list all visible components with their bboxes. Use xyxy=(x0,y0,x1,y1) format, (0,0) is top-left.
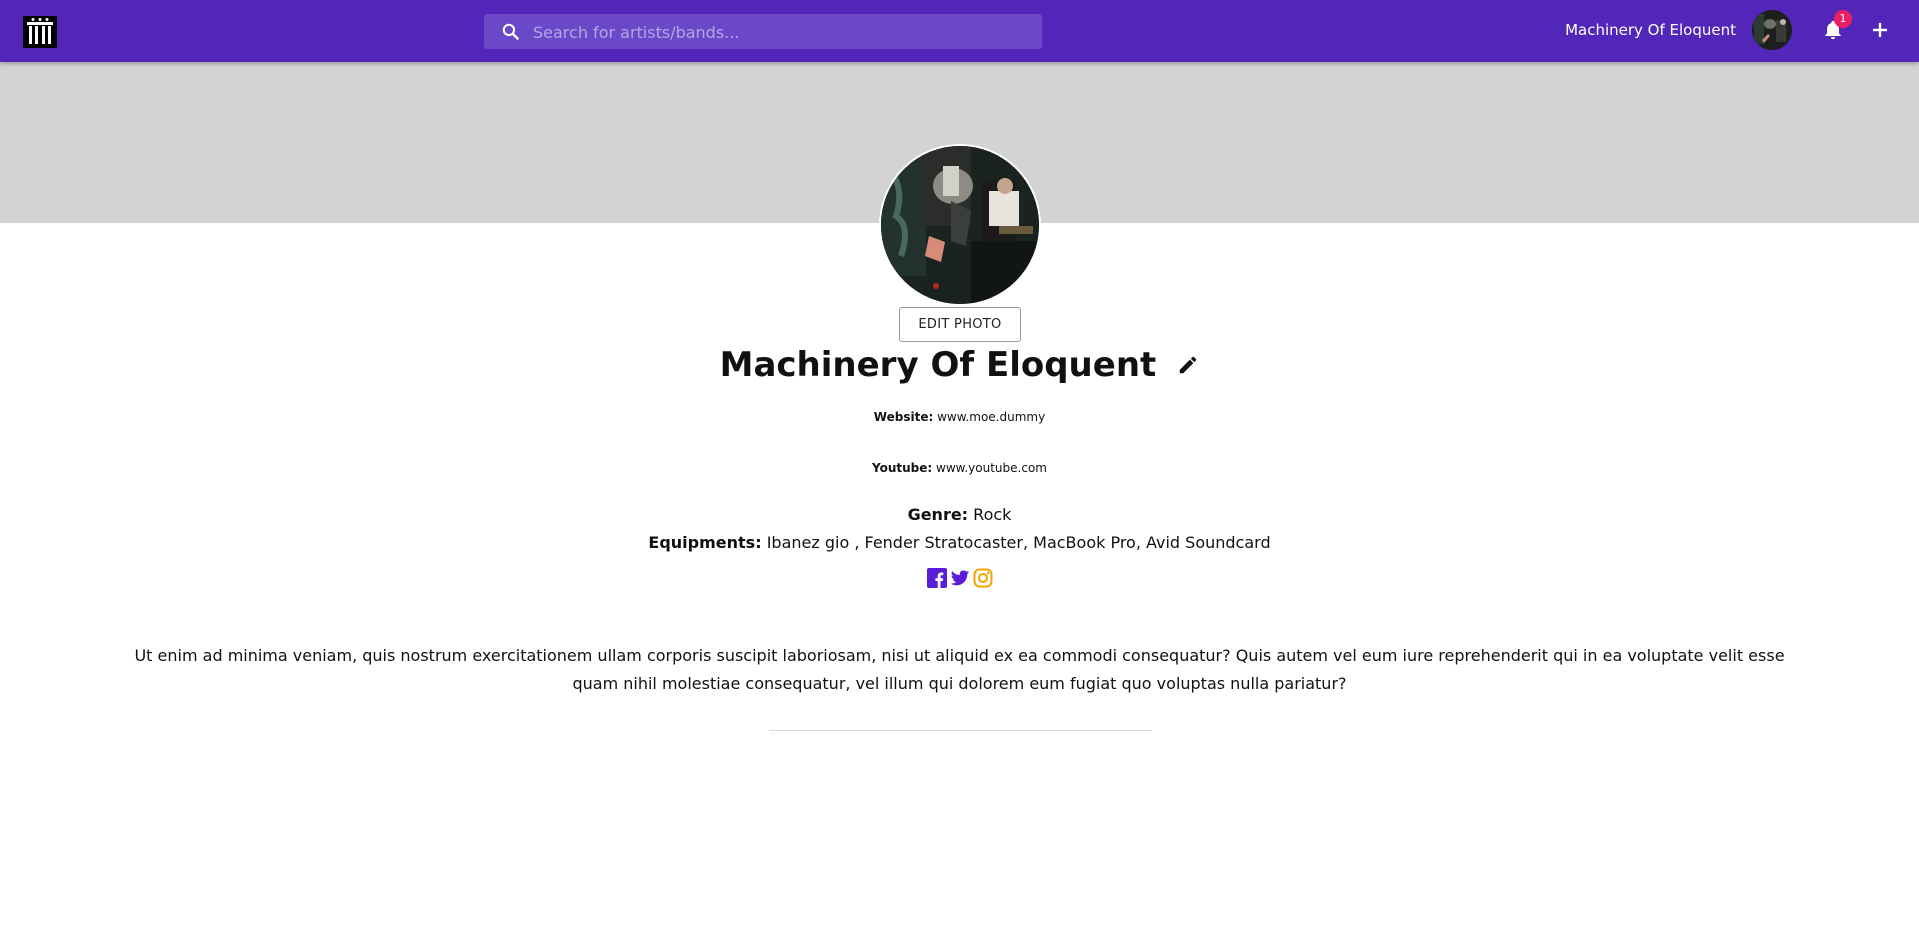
profile-name-row: Machinery Of Eloquent xyxy=(0,345,1919,385)
username-label[interactable]: Machinery Of Eloquent xyxy=(1565,21,1736,39)
youtube-label: Youtube: xyxy=(872,461,933,475)
twitter-icon[interactable] xyxy=(950,568,970,588)
search-bar xyxy=(484,14,1042,51)
genre-value: Rock xyxy=(973,505,1012,524)
youtube-link[interactable]: www.youtube.com xyxy=(936,461,1047,475)
website-row: Website: www.moe.dummy xyxy=(0,410,1919,424)
edit-name-pencil-icon[interactable] xyxy=(1177,354,1199,376)
equipments-row: Equipments: Ibanez gio , Fender Stratoca… xyxy=(0,533,1919,552)
website-link[interactable]: www.moe.dummy xyxy=(937,410,1045,424)
profile-photo xyxy=(879,144,1041,306)
top-navbar: Machinery Of Eloquent 1 xyxy=(0,0,1919,62)
genre-label: Genre: xyxy=(907,505,969,524)
social-links xyxy=(927,568,993,590)
search-icon xyxy=(502,23,519,40)
notification-count-badge: 1 xyxy=(1834,10,1852,28)
avatar-photo xyxy=(1752,10,1792,50)
youtube-row: Youtube: www.youtube.com xyxy=(0,461,1919,475)
equipments-label: Equipments: xyxy=(648,533,762,552)
search-input[interactable] xyxy=(531,14,1035,51)
facebook-icon[interactable] xyxy=(927,568,947,588)
add-icon[interactable] xyxy=(1870,20,1890,40)
user-avatar[interactable] xyxy=(1752,10,1792,50)
profile-name: Machinery Of Eloquent xyxy=(719,345,1157,385)
website-label: Website: xyxy=(873,410,934,424)
section-divider xyxy=(769,730,1152,731)
edit-photo-button[interactable]: EDIT PHOTO xyxy=(899,307,1021,342)
genre-row: Genre: Rock xyxy=(0,505,1919,524)
profile-photo-image xyxy=(881,146,1039,304)
instagram-icon[interactable] xyxy=(973,568,993,588)
profile-bio: Ut enim ad minima veniam, quis nostrum e… xyxy=(134,646,1785,693)
equipments-value: Ibanez gio , Fender Stratocaster, MacBoo… xyxy=(766,533,1271,552)
app-logo-icon[interactable] xyxy=(23,16,57,48)
